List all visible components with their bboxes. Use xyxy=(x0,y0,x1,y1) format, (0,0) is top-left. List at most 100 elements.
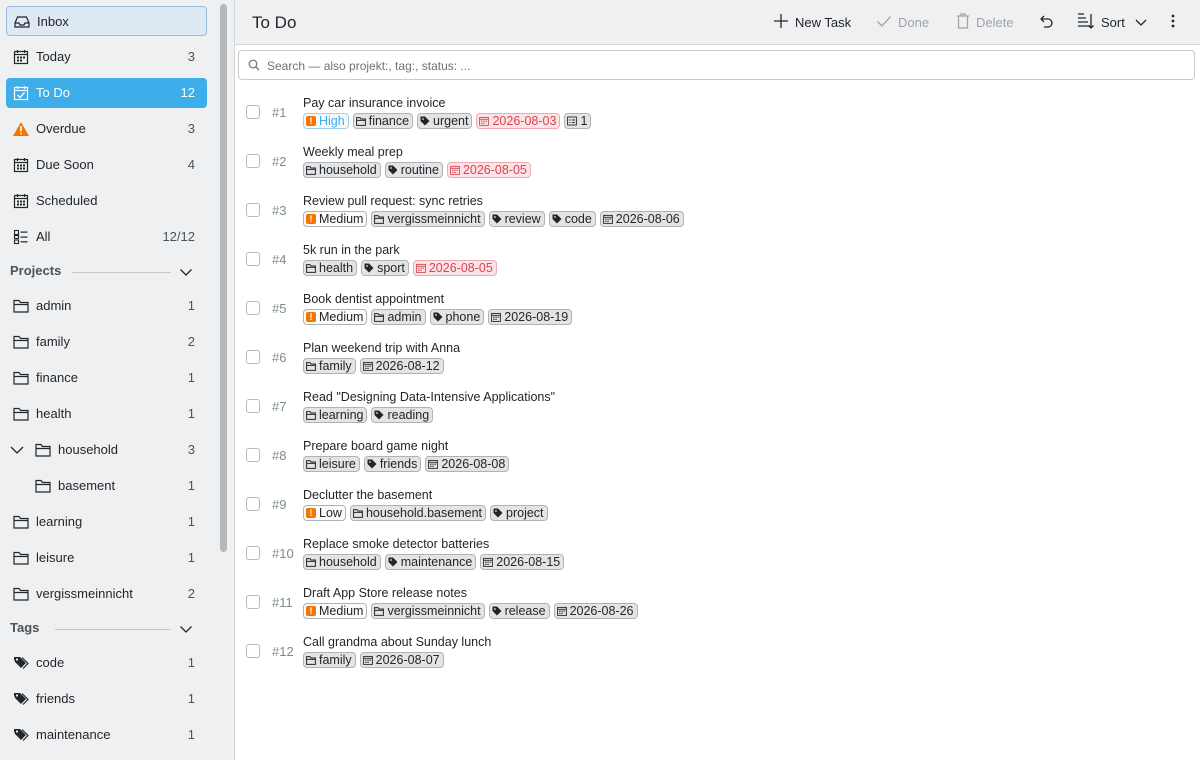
tag-chip: project xyxy=(490,505,548,521)
task-checkbox[interactable] xyxy=(246,105,260,119)
calendar-icon xyxy=(428,459,439,469)
task-checkbox[interactable] xyxy=(246,546,260,560)
tags-section-header[interactable]: Tags xyxy=(10,620,207,640)
sidebar-item-project-leisure[interactable]: leisure 1 xyxy=(6,543,207,573)
priority-icon: ! xyxy=(306,214,316,224)
task-checkbox[interactable] xyxy=(246,350,260,364)
sidebar-item-all[interactable]: All 12/12 xyxy=(6,222,207,252)
task-number: #8 xyxy=(272,448,287,463)
chip-label: 2026-08-26 xyxy=(569,604,634,618)
sidebar-item-project-health[interactable]: health 1 xyxy=(6,399,207,429)
chip-label: review xyxy=(504,212,541,226)
sidebar-item-project-family[interactable]: family 2 xyxy=(6,327,207,357)
sort-button[interactable]: Sort xyxy=(1077,8,1153,36)
sidebar-item-inbox[interactable]: Inbox xyxy=(6,6,207,36)
task-number: #1 xyxy=(272,105,287,120)
task-checkbox[interactable] xyxy=(246,595,260,609)
search-field[interactable] xyxy=(238,50,1195,80)
task-chips: household routine 2026-08-05 xyxy=(303,162,531,178)
sidebar-item-overdue[interactable]: Overdue 3 xyxy=(6,114,207,144)
sidebar-item-count: 1 xyxy=(187,406,195,421)
chip-label: 2026-08-08 xyxy=(441,457,506,471)
sidebar-item-scheduled[interactable]: Scheduled xyxy=(6,186,207,216)
task-checkbox[interactable] xyxy=(246,301,260,315)
tag-chip: reading xyxy=(371,407,434,423)
delete-label: Delete xyxy=(976,14,1014,30)
task-row[interactable]: #2 Weekly meal prep household routine 2026-0… xyxy=(235,139,1200,188)
sidebar-item-project-finance[interactable]: finance 1 xyxy=(6,363,207,393)
sidebar-item-project-vergissmeinnicht[interactable]: vergissmeinnicht 2 xyxy=(6,579,207,609)
sidebar-item-count: 1 xyxy=(187,298,195,313)
folder-icon xyxy=(306,655,316,665)
task-checkbox[interactable] xyxy=(246,203,260,217)
sidebar-item-todo[interactable]: To Do 12 xyxy=(6,78,207,108)
sidebar-item-count: 3 xyxy=(187,442,195,457)
folder-icon xyxy=(374,214,385,224)
sidebar-item-project-household[interactable]: household 3 xyxy=(6,435,207,465)
calendar-icon xyxy=(450,165,460,175)
sidebar-item-label: code xyxy=(36,655,65,670)
done-button[interactable]: Done xyxy=(876,8,929,36)
task-checkbox[interactable] xyxy=(246,497,260,511)
task-chips: health sport 2026-08-05 xyxy=(303,260,497,276)
task-row[interactable]: #8 Prepare board game night leisure friends… xyxy=(235,433,1200,482)
chevron-down-icon[interactable] xyxy=(10,443,24,457)
task-row[interactable]: #5 Book dentist appointment! Medium admin ph… xyxy=(235,286,1200,335)
sidebar-item-tag-code[interactable]: code 1 xyxy=(6,648,207,678)
task-title: Replace smoke detector batteries xyxy=(303,537,490,551)
tag-icon xyxy=(388,557,398,567)
sidebar-item-tag-friends[interactable]: friends 1 xyxy=(6,684,207,714)
undo-icon xyxy=(1038,13,1060,32)
task-row[interactable]: #3 Review pull request: sync retries! Medi… xyxy=(235,188,1200,237)
due-date-chip: 2026-08-15 xyxy=(480,554,565,570)
task-row[interactable]: #6 Plan weekend trip with Anna family 2026-… xyxy=(235,335,1200,384)
chip-label: urgent xyxy=(433,114,469,128)
sidebar-item-project-learning[interactable]: learning 1 xyxy=(6,507,207,537)
task-title: Plan weekend trip with Anna xyxy=(303,341,461,355)
overflow-menu-button[interactable] xyxy=(1171,8,1181,36)
task-checkbox[interactable] xyxy=(246,399,260,413)
sidebar-item-tag-maintenance[interactable]: maintenance 1 xyxy=(6,720,207,750)
chip-label: 2026-08-05 xyxy=(462,163,527,177)
folder-icon xyxy=(12,405,30,423)
task-row[interactable]: #4 5k run in the park health sport 2026-08-0… xyxy=(235,237,1200,286)
chevron-down-icon xyxy=(179,265,193,279)
sidebar-item-count: 12/12 xyxy=(162,229,195,244)
task-row[interactable]: #11 Draft App Store release notes! Medium v… xyxy=(235,580,1200,629)
new-task-button[interactable]: New Task xyxy=(773,8,851,36)
task-checkbox[interactable] xyxy=(246,154,260,168)
tag-icon xyxy=(493,508,503,518)
undo-button[interactable] xyxy=(1038,8,1060,36)
scrollbar-thumb[interactable] xyxy=(220,4,227,552)
task-checkbox[interactable] xyxy=(246,644,260,658)
delete-button[interactable]: Delete xyxy=(956,8,1014,36)
task-checkbox[interactable] xyxy=(246,448,260,462)
list-icon xyxy=(12,228,30,246)
checklist-icon xyxy=(12,84,30,102)
sidebar-item-today[interactable]: Today 3 xyxy=(6,42,207,72)
sidebar-item-label: finance xyxy=(36,370,78,385)
projects-section-header[interactable]: Projects xyxy=(10,263,207,283)
task-row[interactable]: #10 Replace smoke detector batteries house… xyxy=(235,531,1200,580)
task-chips: learning reading xyxy=(303,407,434,423)
task-row[interactable]: #7 Read "Designing Data-Intensive Applica… xyxy=(235,384,1200,433)
chip-label: household.basement xyxy=(365,506,482,520)
sidebar-item-count: 2 xyxy=(187,586,195,601)
sidebar-item-project-admin[interactable]: admin 1 xyxy=(6,291,207,321)
toolbar: To Do New Task Done Delete Sort xyxy=(235,0,1200,45)
task-checkbox[interactable] xyxy=(246,252,260,266)
task-number: #3 xyxy=(272,203,287,218)
tag-icon xyxy=(420,116,430,126)
task-row[interactable]: #9 Declutter the basement! Low household.ba… xyxy=(235,482,1200,531)
calendar-icon xyxy=(491,312,502,322)
task-title: Call grandma about Sunday lunch xyxy=(303,635,492,649)
task-row[interactable]: #1 Pay car insurance invoice! High finance u… xyxy=(235,90,1200,139)
sidebar-item-project-basement[interactable]: basement 1 xyxy=(6,471,207,501)
sidebar-item-due-soon[interactable]: Due Soon 4 xyxy=(6,150,207,180)
sidebar-item-count: 4 xyxy=(187,157,195,172)
chip-label: 2026-08-03 xyxy=(492,114,557,128)
sidebar-item-count: 1 xyxy=(187,727,195,742)
search-input[interactable] xyxy=(265,55,1169,77)
sidebar-scrollbar[interactable] xyxy=(213,0,235,760)
task-row[interactable]: #12 Call grandma about Sunday lunch family… xyxy=(235,629,1200,678)
